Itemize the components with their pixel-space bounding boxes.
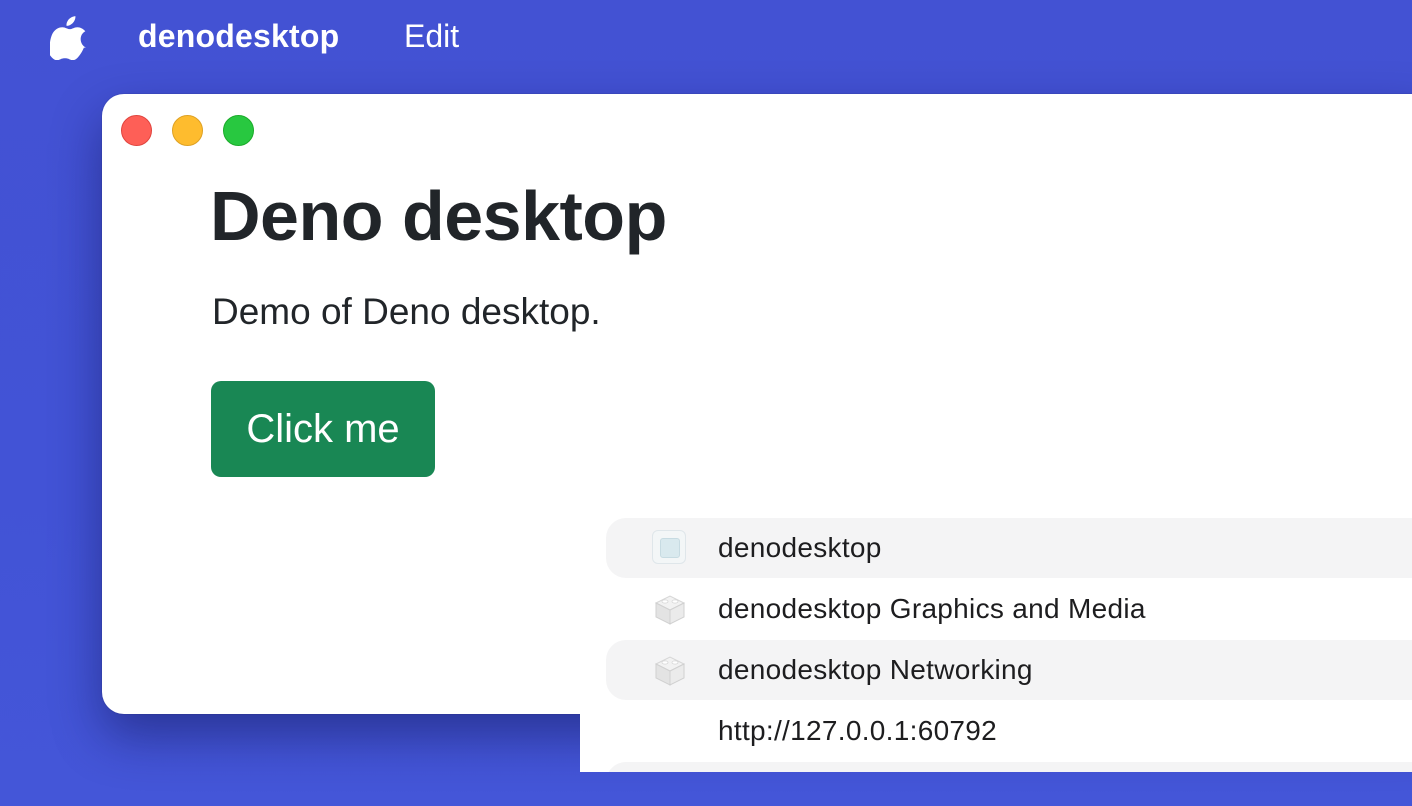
- menu-bar: denodesktop Edit: [0, 0, 1412, 74]
- process-row-partial: [606, 762, 1412, 772]
- process-row-graphics-media[interactable]: denodesktop Graphics and Media: [606, 579, 1412, 639]
- framework-bundle-icon: [654, 595, 686, 625]
- process-list-panel: denodesktop denodesktop Graphics and Med…: [580, 500, 1412, 772]
- page-lead-text: Demo of Deno desktop.: [212, 291, 601, 332]
- framework-bundle-icon: [654, 656, 686, 686]
- click-me-button[interactable]: Click me: [211, 381, 435, 477]
- window-minimize-button[interactable]: [172, 115, 203, 146]
- process-row-label: denodesktop: [718, 532, 882, 563]
- window-zoom-button[interactable]: [223, 115, 254, 146]
- process-row-label: denodesktop Networking: [718, 654, 1033, 685]
- apple-logo-icon[interactable]: [50, 14, 88, 60]
- process-row-label: denodesktop Graphics and Media: [718, 593, 1146, 624]
- process-row-denodesktop[interactable]: denodesktop: [606, 518, 1412, 578]
- menu-item-edit[interactable]: Edit: [404, 16, 459, 56]
- process-row-label: http://127.0.0.1:60792: [718, 715, 998, 746]
- page-title: Deno desktop: [210, 177, 667, 255]
- window-close-button[interactable]: [121, 115, 152, 146]
- menu-app-name[interactable]: denodesktop: [138, 16, 339, 56]
- process-row-networking[interactable]: denodesktop Networking: [606, 640, 1412, 700]
- app-window-icon: [652, 530, 686, 564]
- process-row-localhost[interactable]: http://127.0.0.1:60792: [606, 701, 1412, 761]
